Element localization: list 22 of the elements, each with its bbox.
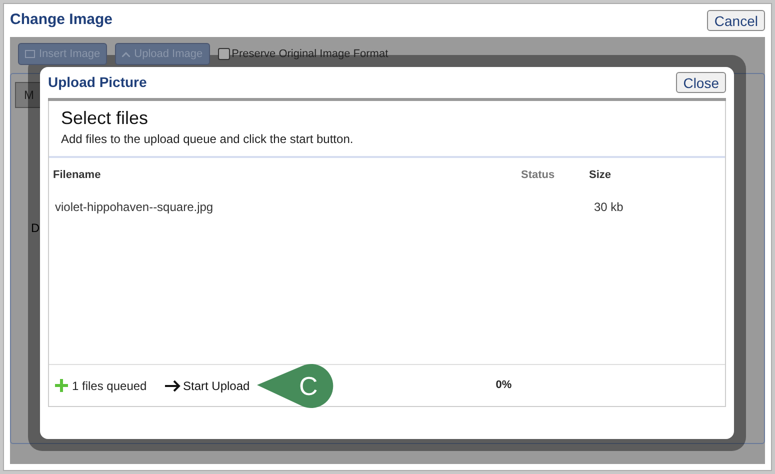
panel-heading: Select files [61,107,150,130]
panel-subtitle: Add files to the upload queue and click the start button. [61,130,354,148]
checkbox[interactable] [218,48,230,60]
checkbox-label: Preserve Original Image Format [232,46,388,62]
cancel-button[interactable]: Cancel [707,10,765,31]
close-button[interactable]: Close [676,72,726,93]
side-label: D [31,220,40,237]
column-header: Size [589,168,612,184]
filename-cell-text: violet-hippohaven--square.jpg [54,198,214,216]
column-header: Filename [52,168,102,184]
start-upload-button[interactable]: Start Upload [165,376,250,394]
image-icon [25,50,35,58]
window-title: Change Image [10,10,113,30]
queued-count: 1 files queued [72,378,148,394]
plus-icon [55,379,68,392]
modal-title: Upload Picture [48,73,147,92]
percent-text: 0% [496,378,512,394]
callout-label: C [299,370,318,402]
column-header: Status [521,168,556,184]
size-cell-text: 30 kb [594,198,624,216]
arrow-icon [165,380,181,392]
chevron-up-icon [122,52,130,56]
